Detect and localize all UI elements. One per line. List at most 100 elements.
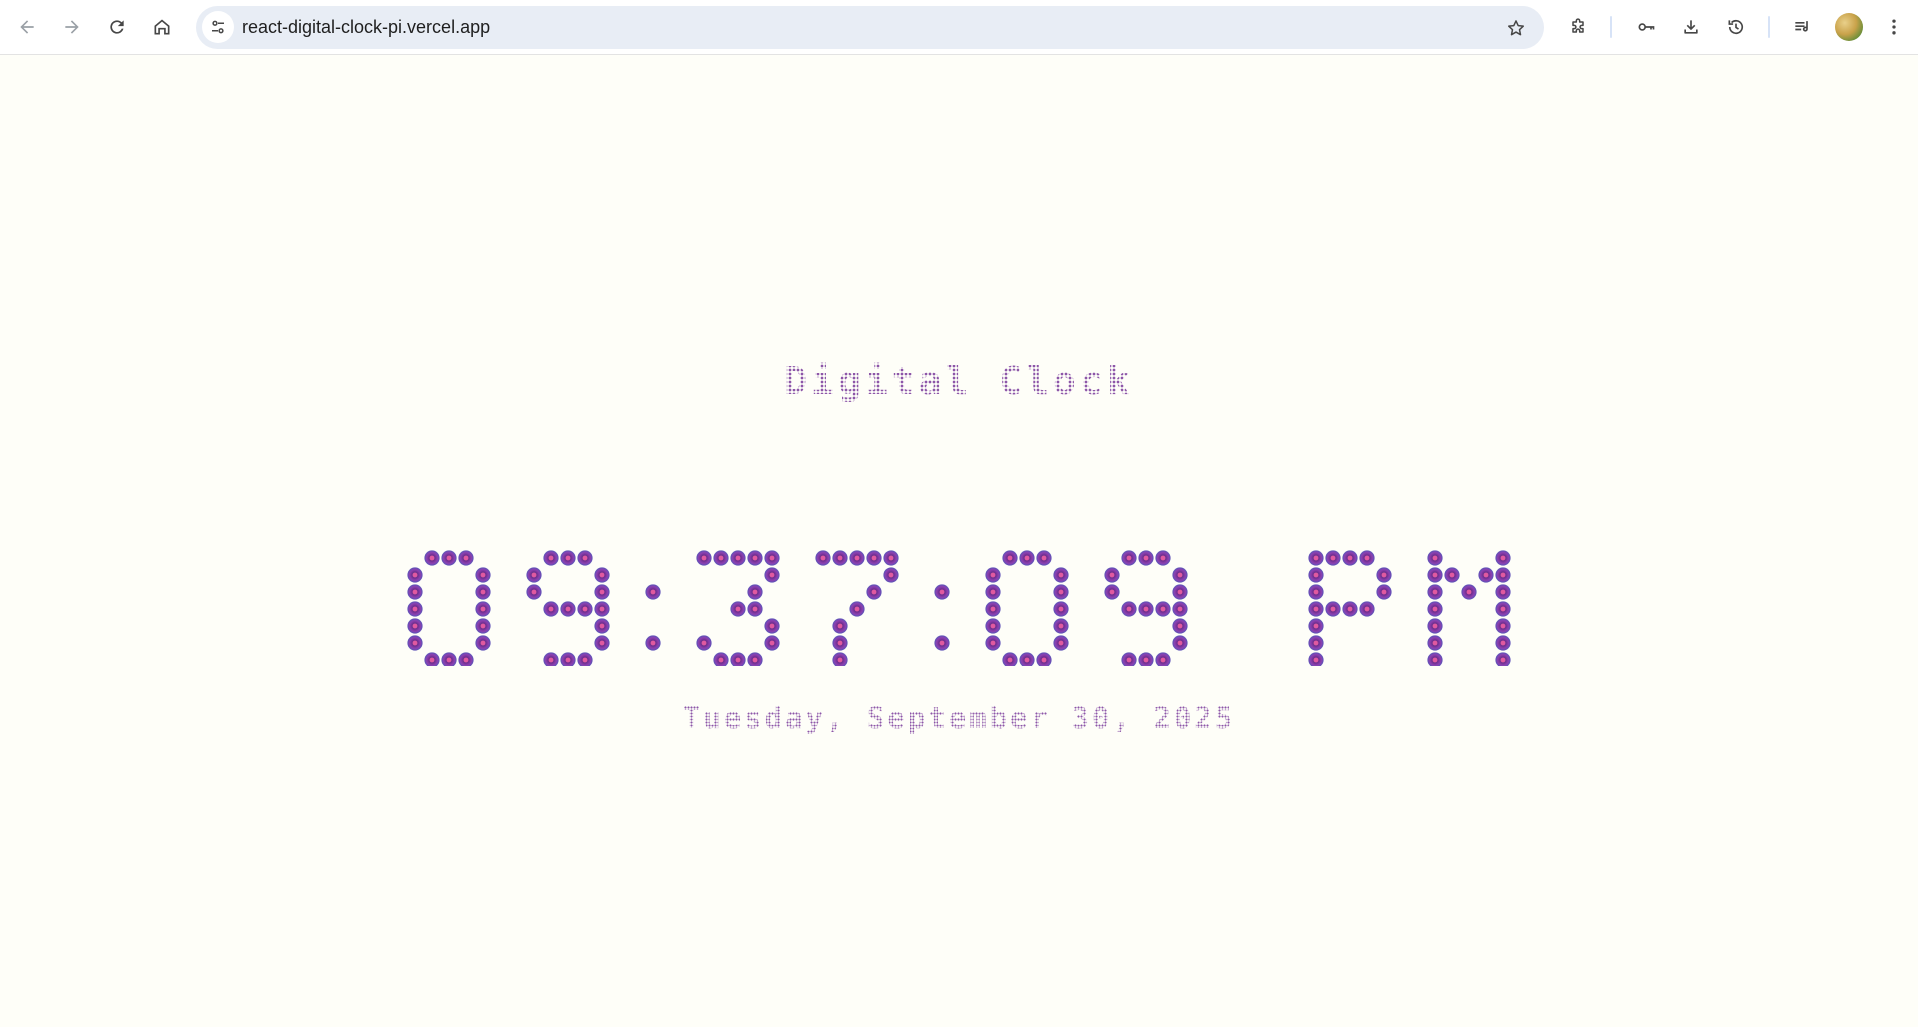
clock-dot (645, 584, 661, 600)
clock-dot (883, 550, 899, 566)
clock-dot (1461, 584, 1477, 600)
bookmark-button[interactable] (1498, 10, 1534, 46)
reload-button[interactable] (99, 9, 135, 45)
history-button[interactable] (1718, 9, 1754, 45)
clock-dot (577, 550, 593, 566)
clock-dot (526, 584, 542, 600)
clock-dot (1308, 601, 1324, 617)
clock-dot (1155, 601, 1171, 617)
clock-dot (1036, 550, 1052, 566)
clock-dot (1427, 601, 1443, 617)
extensions-button[interactable] (1560, 9, 1596, 45)
clock-dot (475, 635, 491, 651)
clock-dot (1308, 584, 1324, 600)
clock-dot (1172, 567, 1188, 583)
clock-dot (730, 550, 746, 566)
forward-button[interactable] (54, 9, 90, 45)
back-arrow-icon (20, 20, 34, 34)
clock-dot (407, 584, 423, 600)
clock-dot (1308, 618, 1324, 634)
clock-dot (475, 584, 491, 600)
clock-colon (645, 584, 661, 651)
clock-dot (1495, 601, 1511, 617)
clock-dot (832, 652, 848, 666)
media-button[interactable] (1784, 9, 1820, 45)
clock-dot (1359, 550, 1375, 566)
clock-dot (1325, 550, 1341, 566)
clock-dot (475, 601, 491, 617)
passwords-button[interactable] (1628, 9, 1664, 45)
clock-dot (1121, 601, 1137, 617)
clock-dot (713, 550, 729, 566)
clock-dot (594, 601, 610, 617)
clock-dot (424, 550, 440, 566)
clock-dot (1495, 652, 1511, 666)
clock-dot (1495, 567, 1511, 583)
clock-dot (1308, 652, 1324, 666)
clock-dot (934, 635, 950, 651)
clock-dot (985, 635, 1001, 651)
clock-char (696, 550, 780, 666)
clock-dot (560, 550, 576, 566)
clock-dot (866, 584, 882, 600)
clock-dot (1342, 550, 1358, 566)
clock-dot (1138, 601, 1154, 617)
downloads-button[interactable] (1673, 9, 1709, 45)
address-bar[interactable]: react-digital-clock-pi.vercel.app (196, 6, 1544, 49)
clock-dot (764, 567, 780, 583)
forward-arrow-icon (65, 20, 79, 34)
clock-dot (1138, 550, 1154, 566)
clock-dot (849, 550, 865, 566)
clock-dot (1104, 584, 1120, 600)
menu-button[interactable] (1876, 9, 1912, 45)
clock-dot (441, 550, 457, 566)
clock-dot (1427, 584, 1443, 600)
clock-dot (1155, 652, 1171, 666)
clock-dot (696, 635, 712, 651)
clock-dot (1376, 584, 1392, 600)
clock-char (526, 550, 610, 666)
clock-dot (645, 635, 661, 651)
clock-dot (815, 550, 831, 566)
clock-dot (1342, 601, 1358, 617)
toolbar-separator (1768, 16, 1770, 38)
clock-dot (577, 601, 593, 617)
clock-colon (934, 584, 950, 651)
site-info-button[interactable] (202, 11, 234, 43)
history-icon (1728, 19, 1744, 35)
clock-dot (1308, 635, 1324, 651)
clock-dot (458, 652, 474, 666)
clock-dot (849, 601, 865, 617)
clock-dot (985, 584, 1001, 600)
clock-dot (1053, 567, 1069, 583)
clock-dot (543, 601, 559, 617)
puzzle-icon (1572, 18, 1584, 33)
clock-dot (985, 567, 1001, 583)
clock-dot (1172, 635, 1188, 651)
clock-dot (832, 550, 848, 566)
clock-dot (1155, 550, 1171, 566)
clock-dot (1019, 652, 1035, 666)
clock-dot (594, 567, 610, 583)
clock-dot (424, 652, 440, 666)
clock-dot (560, 601, 576, 617)
clock-dot (1308, 550, 1324, 566)
clock-dot (1121, 550, 1137, 566)
clock-dot (713, 652, 729, 666)
clock-dot (1427, 550, 1443, 566)
key-icon (1638, 23, 1655, 31)
avatar[interactable] (1835, 13, 1863, 41)
clock-dot (764, 635, 780, 651)
clock-dot (1308, 567, 1324, 583)
page-title: Digital Clock (0, 356, 1918, 406)
url-text[interactable]: react-digital-clock-pi.vercel.app (242, 6, 490, 49)
home-button[interactable] (144, 9, 180, 45)
back-button[interactable] (9, 9, 45, 45)
home-icon (154, 19, 170, 35)
clock-dot (1444, 567, 1460, 583)
clock-dot (730, 601, 746, 617)
clock-dot (866, 550, 882, 566)
clock-dot (832, 618, 848, 634)
clock-dot (543, 652, 559, 666)
clock-char (1104, 550, 1188, 666)
